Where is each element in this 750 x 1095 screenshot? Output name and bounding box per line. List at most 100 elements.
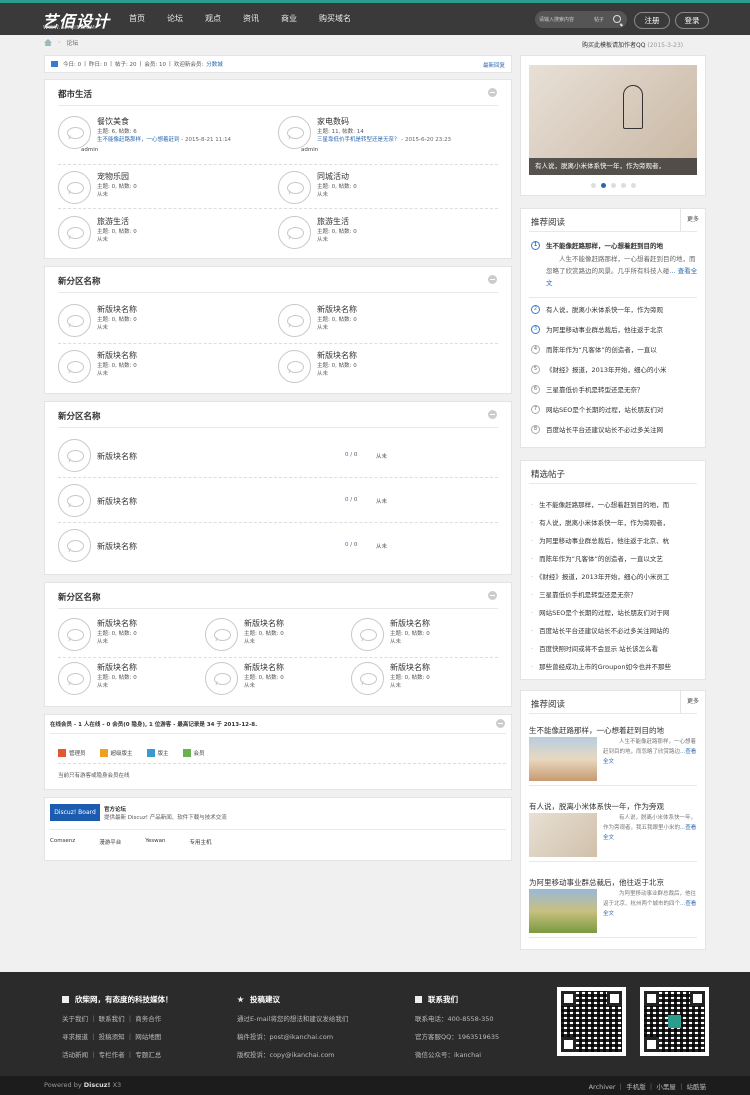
last-post-link[interactable]: 生不能像赶路那样，一心想着赶到 bbox=[97, 137, 180, 143]
footer-links[interactable]: 活动新闻 ｜ 专栏作者 ｜ 专题汇总 bbox=[62, 1049, 173, 1059]
breadcrumb-current[interactable]: 论坛 bbox=[66, 38, 78, 47]
article-title[interactable]: 为阿里移动事业群总裁后，他往返于北京 bbox=[529, 877, 697, 888]
rank-item[interactable]: 8 百度站长平台还建议站长不必过多关注网 bbox=[531, 424, 663, 434]
article-item[interactable]: 有人说，脱离小米体系快一年，作为旁观 有人说，脱离小米体系快一年，作为旁观者，我… bbox=[529, 801, 697, 862]
last-post-user[interactable]: admin bbox=[301, 147, 318, 153]
discuz-link[interactable]: Discuz! bbox=[84, 1081, 111, 1089]
forum-name[interactable]: 同城活动 bbox=[317, 171, 349, 182]
rank-item[interactable]: 5 《财经》报道，2013年开始，细心的小米 bbox=[531, 364, 667, 374]
post-item[interactable]: 网站SEO是个长期的过程，站长朋友们对于网 bbox=[531, 607, 669, 617]
rank-item[interactable]: 7 网站SEO是个长期的过程，站长朋友们对 bbox=[531, 404, 663, 414]
article-thumbnail[interactable] bbox=[529, 737, 597, 781]
post-item[interactable]: 为阿里移动事业群总裁后，他往返于北京、杭 bbox=[531, 535, 669, 545]
forum-name[interactable]: 新版块名称 bbox=[97, 662, 137, 673]
article-item[interactable]: 生不能像赶路那样，一心想着赶到目的地 人生不能像赶路那样，一心想着赶到目的地，而… bbox=[529, 725, 697, 786]
forum-name[interactable]: 新版块名称 bbox=[97, 541, 137, 552]
forum-name[interactable]: 新版块名称 bbox=[244, 662, 284, 673]
login-button[interactable]: 登录 bbox=[675, 12, 709, 29]
forum-name[interactable]: 家电数码 bbox=[317, 116, 349, 127]
rank-item[interactable]: 1 生不能像赶路那样，一心想着赶到目的地 bbox=[531, 240, 663, 250]
online-title[interactable]: 在线会员 - 1 人在线 - 0 会员(0 隐身), 1 位游客 - 最高记录是… bbox=[50, 720, 257, 728]
home-icon[interactable] bbox=[44, 39, 52, 46]
forum-name[interactable]: 新版块名称 bbox=[97, 618, 137, 629]
post-item[interactable]: 生不能像赶路那样，一心想着赶到目的地，而 bbox=[531, 499, 669, 509]
search-input[interactable]: 请输入搜索内容 帖子 bbox=[535, 11, 627, 28]
post-item[interactable]: 那些曾经成功上市的Groupon如今也并不那些 bbox=[531, 661, 671, 671]
last-post-link[interactable]: 三星靠低价手机是转型还是无奈？ bbox=[317, 137, 400, 143]
rank-title[interactable]: 《财经》报道，2013年开始，细心的小米 bbox=[546, 364, 667, 374]
search-type-select[interactable]: 帖子 bbox=[594, 16, 604, 23]
link-comsenz[interactable]: Comsenz bbox=[50, 838, 75, 846]
slide-image[interactable]: 有人说，脱离小米体系快一年，作为旁观者， bbox=[529, 65, 697, 175]
post-item[interactable]: 三星靠低价手机是转型还是无奈？ bbox=[531, 589, 637, 599]
rank-item[interactable]: 2 有人说，脱离小米体系快一年，作为旁观 bbox=[531, 304, 663, 314]
forum-name[interactable]: 旅游生活 bbox=[97, 216, 129, 227]
rank-title[interactable]: 网站SEO是个长期的过程，站长朋友们对 bbox=[546, 404, 663, 414]
nav-opinion[interactable]: 观点 bbox=[205, 3, 221, 35]
slider-dot-active[interactable] bbox=[601, 183, 606, 188]
rank-item[interactable]: 4 而陈年作为“凡客体”的创造者，一直以 bbox=[531, 344, 657, 354]
search-icon[interactable] bbox=[613, 15, 621, 23]
new-posts-link[interactable]: 最新回复 bbox=[483, 61, 505, 69]
forum-name[interactable]: 新版块名称 bbox=[97, 350, 137, 361]
nav-business[interactable]: 商业 bbox=[281, 3, 297, 35]
forum-name[interactable]: 新版块名称 bbox=[317, 304, 357, 315]
forum-name[interactable]: 新版块名称 bbox=[244, 618, 284, 629]
rank-title[interactable]: 三星靠低价手机是转型还是无奈？ bbox=[546, 384, 644, 394]
post-item[interactable]: 百度快照时间或将不会显示 站长该怎么看 bbox=[531, 643, 658, 653]
collapse-icon[interactable] bbox=[488, 275, 497, 284]
post-item[interactable]: 有人说，脱离小米体系快一年，作为旁观者， bbox=[531, 517, 669, 527]
forum-name[interactable]: 旅游生活 bbox=[317, 216, 349, 227]
slide-caption[interactable]: 有人说，脱离小米体系快一年，作为旁观者， bbox=[529, 158, 697, 175]
forum-name[interactable]: 餐饮美食 bbox=[97, 116, 129, 127]
bottom-links[interactable]: Archiver ｜ 手机版 ｜ 小黑屋 ｜ 站酷猫 bbox=[589, 1081, 706, 1091]
slider-dot[interactable] bbox=[621, 183, 626, 188]
forum-name[interactable]: 新版块名称 bbox=[317, 350, 357, 361]
footer-links[interactable]: 寻求报道 ｜ 投稿须知 ｜ 网站地图 bbox=[62, 1031, 173, 1041]
slider-dot[interactable] bbox=[631, 183, 636, 188]
nav-buy-domain[interactable]: 购买域名 bbox=[319, 3, 351, 35]
rank-title[interactable]: 为阿里移动事业群总裁后，他往返于北京 bbox=[546, 324, 663, 334]
collapse-icon[interactable] bbox=[488, 88, 497, 97]
post-item[interactable]: 《财经》报道，2013年开始，细心的小米员工 bbox=[531, 571, 669, 581]
forum-name[interactable]: 新版块名称 bbox=[97, 304, 137, 315]
article-item[interactable]: 为阿里移动事业群总裁后，他往返于北京 为阿里移动事业群总裁后，他往返于北京、杭州… bbox=[529, 877, 697, 938]
link-yeswan[interactable]: Yeswan bbox=[145, 838, 165, 846]
link-site-name[interactable]: 官方论坛 bbox=[104, 805, 126, 813]
collapse-icon[interactable] bbox=[488, 410, 497, 419]
announcement[interactable]: 购买此模板请加作者QQ (2015-3-23) bbox=[582, 40, 683, 49]
rank-item[interactable]: 3 为阿里移动事业群总裁后，他往返于北京 bbox=[531, 324, 663, 334]
article-title[interactable]: 有人说，脱离小米体系快一年，作为旁观 bbox=[529, 801, 697, 812]
post-item[interactable]: 百度站长平台还建议站长不必过多关注网站的 bbox=[531, 625, 669, 635]
nav-news[interactable]: 资讯 bbox=[243, 3, 259, 35]
link-manyou[interactable]: 漫游平台 bbox=[99, 838, 121, 846]
forum-name[interactable]: 新版块名称 bbox=[390, 662, 430, 673]
forum-name[interactable]: 新版块名称 bbox=[390, 618, 430, 629]
forum-name[interactable]: 新版块名称 bbox=[97, 451, 137, 462]
article-thumbnail[interactable] bbox=[529, 813, 597, 857]
announcement-text[interactable]: 购买此模板请加作者QQ bbox=[582, 42, 645, 49]
collapse-icon[interactable] bbox=[496, 719, 505, 728]
slider-dot[interactable] bbox=[591, 183, 596, 188]
post-item[interactable]: 而陈年作为“凡客体”的创造者，一直以文艺 bbox=[531, 553, 663, 563]
article-thumbnail[interactable] bbox=[529, 889, 597, 933]
rank-title[interactable]: 而陈年作为“凡客体”的创造者，一直以 bbox=[546, 344, 657, 354]
last-post-user[interactable]: admin bbox=[81, 147, 98, 153]
forum-name[interactable]: 新版块名称 bbox=[97, 496, 137, 507]
footer-links[interactable]: 关于我们 ｜ 联系我们 ｜ 商务合作 bbox=[62, 1013, 173, 1023]
section-title[interactable]: 新分区名称 bbox=[58, 410, 101, 422]
discuz-logo[interactable]: Discuz! Board bbox=[50, 804, 100, 821]
more-link[interactable]: 更多 bbox=[680, 691, 705, 713]
rank-title[interactable]: 百度站长平台还建议站长不必过多关注网 bbox=[546, 424, 663, 434]
nav-home[interactable]: 首页 bbox=[129, 3, 145, 35]
nav-forum[interactable]: 论坛 bbox=[167, 3, 183, 35]
rank-item[interactable]: 6 三星靠低价手机是转型还是无奈？ bbox=[531, 384, 644, 394]
article-title[interactable]: 生不能像赶路那样，一心想着赶到目的地 bbox=[529, 725, 697, 736]
section-title[interactable]: 新分区名称 bbox=[58, 591, 101, 603]
footer-email[interactable]: 版权投诉：copy@ikanchai.com bbox=[237, 1049, 348, 1059]
slider-dot[interactable] bbox=[611, 183, 616, 188]
more-link[interactable]: 更多 bbox=[680, 209, 705, 231]
footer-email[interactable]: 稿件投诉：post@ikanchai.com bbox=[237, 1031, 348, 1041]
rank-title[interactable]: 生不能像赶路那样，一心想着赶到目的地 bbox=[546, 240, 663, 250]
register-button[interactable]: 注册 bbox=[634, 12, 670, 29]
